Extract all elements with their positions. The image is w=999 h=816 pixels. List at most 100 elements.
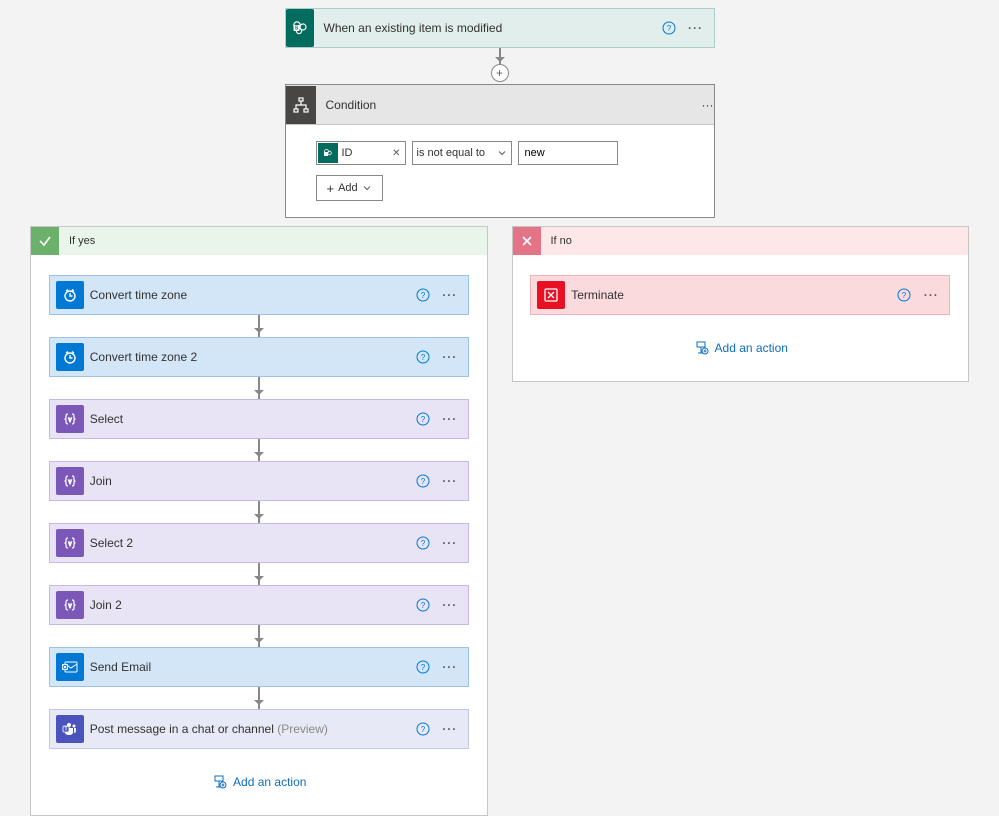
top-section: S When an existing item is modified ? ··… (0, 8, 999, 218)
svg-text:?: ? (421, 291, 426, 300)
flow-canvas: S When an existing item is modified ? ··… (0, 0, 999, 816)
svg-text:v: v (68, 418, 71, 424)
condition-title: Condition (326, 98, 702, 112)
help-icon[interactable]: ? (895, 286, 913, 304)
help-icon[interactable]: ? (660, 19, 678, 37)
action-card[interactable]: Convert time zone 2? ··· (49, 337, 469, 377)
svg-text:v: v (68, 604, 71, 610)
svg-text:?: ? (421, 415, 426, 424)
branch-label: If no (551, 235, 572, 247)
svg-text:v: v (68, 542, 71, 548)
sharepoint-small-icon (318, 143, 338, 163)
help-icon[interactable]: ? (414, 410, 432, 428)
action-suffix: (Preview) (277, 722, 328, 736)
svg-text:?: ? (421, 725, 426, 734)
token-label: ID (342, 147, 393, 159)
menu-icon[interactable]: ··· (438, 717, 462, 741)
condition-operand-token[interactable]: ID ✕ (316, 141, 406, 165)
action-title: Select (90, 412, 414, 426)
help-icon[interactable]: ? (414, 286, 432, 304)
branches-container: If yes Convert time zone?···Convert time… (0, 218, 999, 816)
action-card[interactable]: v Select? ··· (49, 399, 469, 439)
action-card[interactable]: Terminate? ··· (530, 275, 950, 315)
teams-icon: T (56, 715, 84, 743)
menu-icon[interactable]: ··· (438, 593, 462, 617)
chevron-down-icon (497, 148, 507, 158)
condition-add-button[interactable]: + Add (316, 175, 383, 201)
connector-arrow (258, 563, 260, 585)
menu-icon[interactable]: ··· (438, 283, 462, 307)
braces-icon: v (56, 405, 84, 433)
action-card[interactable]: vJoin?··· (49, 461, 469, 501)
trigger-title: When an existing item is modified (324, 21, 660, 35)
menu-icon[interactable]: ··· (438, 345, 462, 369)
svg-text:?: ? (666, 24, 671, 33)
add-label: Add (338, 182, 358, 194)
branch-label: If yes (69, 235, 95, 247)
menu-icon[interactable]: ··· (684, 16, 708, 40)
help-icon[interactable]: ? (414, 658, 432, 676)
add-step-button[interactable]: + (491, 64, 509, 82)
action-title: Select 2 (90, 536, 414, 550)
if-yes-branch: If yes Convert time zone?···Convert time… (30, 226, 488, 816)
condition-operator-select[interactable]: is not equal to (412, 141, 512, 165)
menu-icon[interactable]: ··· (702, 98, 714, 112)
menu-icon[interactable]: ··· (919, 283, 943, 307)
connector-arrow (258, 377, 260, 399)
svg-text:T: T (64, 727, 67, 733)
add-action-label: Add an action (715, 341, 788, 355)
branch-body-no: Terminate? ··· Add an action (513, 255, 969, 381)
condition-row: ID ✕ is not equal to (316, 141, 684, 165)
trigger-card[interactable]: S When an existing item is modified ? ··… (285, 8, 715, 48)
help-icon[interactable]: ? (414, 534, 432, 552)
add-action-button[interactable]: Add an action (211, 775, 306, 789)
menu-icon[interactable]: ··· (438, 655, 462, 679)
branch-body-yes: Convert time zone?···Convert time zone 2… (31, 255, 487, 815)
terminate-icon (537, 281, 565, 309)
action-title: Convert time zone 2 (90, 350, 414, 364)
condition-card[interactable]: Condition ··· ID ✕ is not equal to (285, 84, 715, 218)
add-action-button[interactable]: Add an action (693, 341, 788, 355)
svg-text:?: ? (421, 353, 426, 362)
svg-text:?: ? (421, 601, 426, 610)
action-title: Terminate (571, 288, 895, 302)
connector-arrow (258, 687, 260, 709)
help-icon[interactable]: ? (414, 348, 432, 366)
branch-header-no[interactable]: If no (513, 227, 969, 255)
braces-icon: v (56, 591, 84, 619)
menu-icon[interactable]: ··· (438, 469, 462, 493)
add-action-icon (211, 775, 227, 789)
add-action-label: Add an action (233, 775, 306, 789)
svg-text:?: ? (421, 539, 426, 548)
branch-header-yes[interactable]: If yes (31, 227, 487, 255)
token-remove-icon[interactable]: ✕ (392, 148, 400, 159)
connector-arrow (258, 625, 260, 647)
menu-icon[interactable]: ··· (438, 407, 462, 431)
close-icon (513, 227, 541, 255)
connector-arrow (258, 439, 260, 461)
if-no-branch: If no Terminate? ··· Add an action (512, 226, 970, 382)
menu-icon[interactable]: ··· (438, 531, 462, 555)
action-title: Post message in a chat or channel (Previ… (90, 722, 414, 736)
help-icon[interactable]: ? (414, 472, 432, 490)
action-title: Send Email (90, 660, 414, 674)
condition-value-input[interactable] (518, 141, 618, 165)
svg-text:?: ? (421, 663, 426, 672)
condition-header[interactable]: Condition ··· (286, 85, 714, 125)
action-card[interactable]: Convert time zone? ··· (49, 275, 469, 315)
connector-arrow (258, 501, 260, 523)
connector-arrow (258, 315, 260, 337)
action-card[interactable]: v Select 2? ··· (49, 523, 469, 563)
add-action-icon (693, 341, 709, 355)
condition-icon (286, 86, 316, 124)
action-card[interactable]: T Post message in a chat or channel (Prev… (49, 709, 469, 749)
braces-icon: v (56, 529, 84, 557)
action-card[interactable]: v Join 2? ··· (49, 585, 469, 625)
action-title: Join 2 (90, 598, 414, 612)
action-card[interactable]: Send Email? ··· (49, 647, 469, 687)
help-icon[interactable]: ? (414, 720, 432, 738)
help-icon[interactable]: ? (414, 596, 432, 614)
action-title: Convert time zone (90, 288, 414, 302)
chevron-down-icon (362, 183, 372, 193)
check-icon (31, 227, 59, 255)
